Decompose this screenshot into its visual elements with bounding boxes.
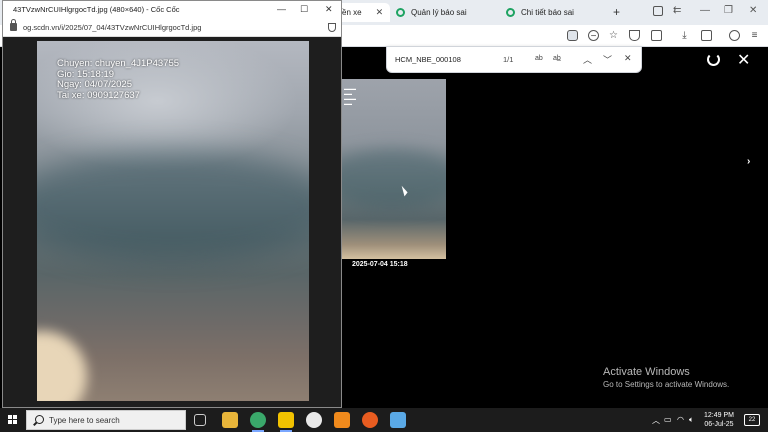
notification-icon[interactable]: 22 (744, 414, 760, 426)
whole-word-toggle[interactable]: ab̲ (553, 55, 561, 62)
rotate-icon[interactable] (707, 53, 720, 66)
overlay-line: Ngay: 04/07/2025 (57, 79, 133, 90)
taskbar-clock[interactable]: 12:49 PM 06-Jul-25 (704, 411, 734, 429)
sidebar-icon[interactable] (701, 30, 712, 41)
overlay-line: Tai xe: 0909127637 (57, 89, 140, 101)
overlay-line: Chuyen: chuyen_4J1P43755 (57, 58, 180, 69)
minimize-icon[interactable]: — (277, 4, 286, 14)
close-window-icon[interactable]: ✕ (325, 4, 333, 15)
activate-title: Activate Windows (603, 366, 690, 378)
find-input[interactable]: HCM_NBE_000108 (395, 55, 503, 64)
tab-list-icon[interactable]: ⇇ (673, 5, 681, 16)
windows-start-icon[interactable] (8, 415, 18, 425)
vehicle-photo: Chuyen: chuyen_4J1P43755 Gio: 15:18:19 N… (37, 41, 309, 401)
image-popup-window: 43TVzwNrCUIHlgrgocTd.jpg (480×640) - Cốc… (2, 0, 342, 408)
search-icon (35, 415, 44, 424)
tray-chevron-icon[interactable]: ︿ (652, 415, 660, 426)
app-orange-icon[interactable] (334, 412, 350, 428)
find-close-icon[interactable]: ✕ (624, 53, 632, 64)
match-case-toggle[interactable]: ab (535, 55, 543, 62)
search-placeholder: Type here to search (49, 416, 120, 425)
volume-icon[interactable]: 🔈︎ (689, 415, 694, 425)
battery-icon[interactable]: ▭ (664, 415, 672, 424)
coccoc-browser-icon[interactable] (250, 412, 266, 432)
find-previous-icon[interactable]: ︿ (583, 53, 592, 66)
popup-url[interactable]: og.scdn.vn/i/2025/07_04/43TVzwNrCUIHlgrg… (23, 23, 201, 32)
chevron-right-icon[interactable]: › (747, 156, 750, 167)
shield-icon[interactable] (328, 23, 336, 32)
windows-taskbar: Type here to search ︿ ▭ ◠ 🔈︎ 12:49 PM 06… (0, 408, 768, 432)
lock-icon (10, 19, 17, 31)
reader-mode-icon[interactable] (567, 30, 578, 41)
close-icon[interactable]: ✕ (376, 7, 384, 18)
profile-icon[interactable] (729, 30, 740, 41)
menu-icon[interactable]: ≡ (749, 30, 760, 41)
new-tab-icon[interactable]: + (613, 5, 620, 19)
tab-label: ền xe (342, 8, 362, 17)
sticky-notes-icon[interactable] (278, 412, 294, 432)
activate-subtitle: Go to Settings to activate Windows. (603, 380, 730, 389)
download-icon[interactable]: ⤓ (679, 30, 690, 41)
tab-active[interactable]: ền xe ✕ (336, 3, 390, 22)
restore-icon[interactable]: ❐ (724, 5, 733, 16)
site-favicon-icon (506, 8, 515, 17)
app-blue-icon[interactable] (390, 412, 406, 428)
tab-chi-tiet-bao-sai[interactable]: Chi tiết báo sai (500, 3, 608, 22)
extensions-icon[interactable] (651, 30, 662, 41)
thumbnail-caption: 2025-07-04 15:18 (352, 261, 408, 268)
taskbar-search-input[interactable]: Type here to search (26, 410, 186, 430)
clock-date: 06-Jul-25 (704, 421, 734, 428)
find-bar: HCM_NBE_000108 1/1 ab ab̲ ︿ ﹀ ✕ (386, 46, 642, 73)
photo-shadow (37, 151, 309, 261)
shield-icon[interactable] (629, 30, 640, 41)
find-next-icon[interactable]: ﹀ (603, 53, 612, 66)
clock-time: 12:49 PM (704, 412, 734, 419)
viewer-thumbnail[interactable] (342, 79, 446, 259)
screenshot-icon[interactable] (653, 6, 663, 16)
photo-highlight (37, 331, 87, 401)
find-count: 1/1 (503, 55, 514, 64)
photo-overlay-text: Chuyen: chuyen_4J1P43755 Gio: 15:18:19 N… (57, 58, 180, 101)
popup-title: 43TVzwNrCUIHlgrgocTd.jpg (480×640) - Cốc… (13, 5, 180, 14)
popup-address-bar[interactable]: og.scdn.vn/i/2025/07_04/43TVzwNrCUIHlgrg… (3, 19, 341, 37)
tab-quan-ly-bao-sai[interactable]: Quản lý báo sai (390, 3, 498, 22)
zoom-out-icon[interactable]: − (588, 30, 599, 42)
bookmark-star-icon[interactable]: ☆ (608, 30, 619, 41)
thumbnail-overlay-text: ▬▬▬ ▬▬ ▬▬▬ ▬▬ (344, 86, 356, 106)
close-window-icon[interactable]: ✕ (749, 5, 757, 16)
task-view-icon[interactable] (194, 414, 206, 426)
site-favicon-icon (396, 8, 405, 17)
maximize-icon[interactable]: ☐ (300, 4, 308, 15)
app-red-icon[interactable] (362, 412, 378, 428)
tab-label: Chi tiết báo sai (521, 8, 574, 17)
wifi-icon[interactable]: ◠ (677, 415, 684, 424)
tab-label: Quản lý báo sai (411, 8, 467, 17)
minimize-icon[interactable]: — (700, 5, 710, 16)
file-explorer-icon[interactable] (222, 412, 238, 428)
viewer-close-icon[interactable]: ✕ (737, 50, 750, 70)
activate-windows-watermark: Activate Windows Go to Settings to activ… (603, 366, 729, 389)
popup-titlebar[interactable]: 43TVzwNrCUIHlgrgocTd.jpg (480×640) - Cốc… (3, 1, 341, 19)
chat-app-icon[interactable] (306, 412, 322, 428)
